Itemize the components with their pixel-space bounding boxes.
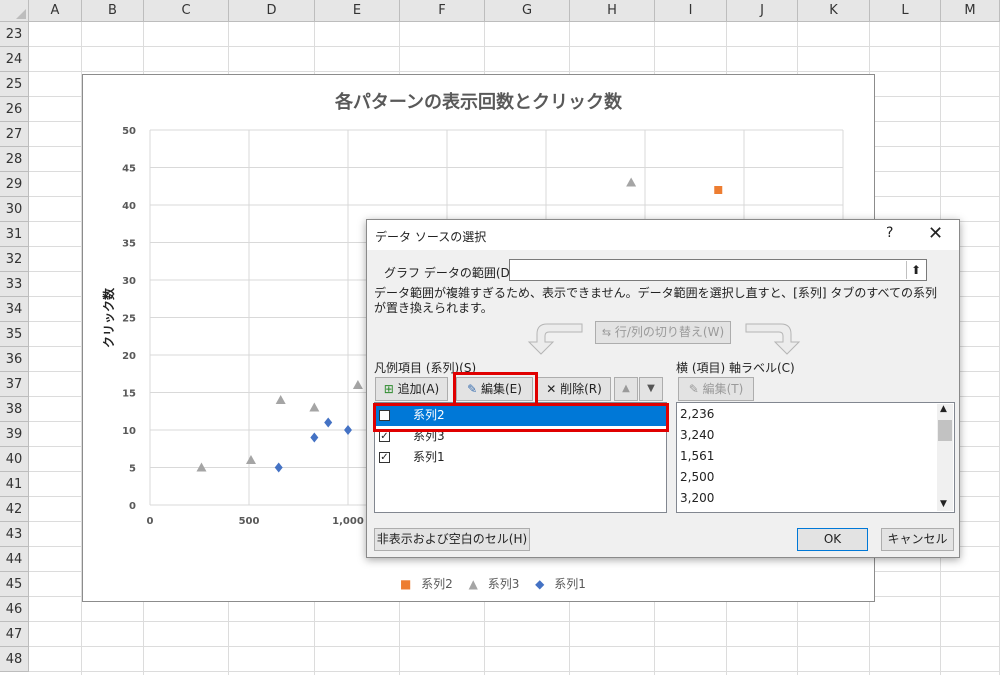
edit-axis-labels-button[interactable]: ✎ 編集(T) <box>678 377 754 401</box>
switch-left-arrow-icon <box>527 323 583 355</box>
point-系列1 <box>274 462 283 473</box>
edit-axis-labels-label: 編集(T) <box>702 382 744 396</box>
add-icon: ⊞ <box>383 382 394 396</box>
y-tick-label: 5 <box>129 464 136 475</box>
legend-series3-label: 系列3 <box>487 577 520 591</box>
axis-labels-listbox[interactable]: 2,236 3,240 1,561 2,500 3,200 ▲ ▼ <box>676 402 955 513</box>
series-1-label: 系列1 <box>413 450 445 464</box>
x-tick-label: 1,000 <box>332 516 364 527</box>
move-down-button[interactable]: ▼ <box>639 377 663 401</box>
switch-row-column-button[interactable]: ⇆ 行/列の切り替え(W) <box>595 321 731 344</box>
point-系列3 <box>245 455 256 464</box>
close-button[interactable]: ✕ <box>928 223 943 244</box>
dialog-title: データ ソースの選択 <box>375 230 487 244</box>
y-tick-label: 40 <box>122 201 136 212</box>
cancel-button[interactable]: キャンセル <box>881 528 954 551</box>
chart-data-range-input[interactable]: ⬆ <box>509 259 927 281</box>
switch-icon: ⇆ <box>601 326 612 339</box>
range-message: データ範囲が複雑すぎるため、表示できません。データ範囲を選択し直すと、[系列] … <box>374 286 938 315</box>
ok-button[interactable]: OK <box>797 528 868 551</box>
y-tick-label: 20 <box>122 351 136 362</box>
axis-labels-scrollbar[interactable]: ▲ ▼ <box>937 404 953 511</box>
point-系列1 <box>344 425 352 435</box>
delete-series-button[interactable]: ✕ 削除(R) <box>537 377 611 401</box>
point-系列2 <box>714 186 723 194</box>
hidden-empty-cells-button[interactable]: 非表示および空白のセル(H) <box>374 528 530 551</box>
y-tick-label: 45 <box>122 164 136 175</box>
delete-series-label: 削除(R) <box>560 382 602 396</box>
axis-label-item[interactable]: 1,561 <box>680 446 714 467</box>
move-up-button[interactable]: ▲ <box>614 377 638 401</box>
scroll-thumb[interactable] <box>938 420 952 441</box>
legend-series1-label: 系列1 <box>554 577 586 591</box>
dialog-titlebar[interactable]: データ ソースの選択 ? ✕ <box>367 220 959 250</box>
series-1-checkbox[interactable]: ✓ <box>379 452 390 463</box>
point-系列1 <box>310 432 319 443</box>
series-item-1[interactable]: ✓ 系列1 <box>375 447 666 468</box>
add-series-button[interactable]: ⊞ 追加(A) <box>375 377 448 401</box>
legend-series2: ■ 系列2 <box>400 577 453 591</box>
range-label: グラフ データの範囲(D): <box>384 266 519 280</box>
axis-label-item[interactable]: 3,240 <box>680 425 714 446</box>
y-tick-label: 25 <box>122 314 136 325</box>
axis-label-item[interactable]: 2,500 <box>680 467 714 488</box>
axis-label-item[interactable]: 2,236 <box>680 404 714 425</box>
x-tick-label: 0 <box>147 516 154 527</box>
y-tick-label: 15 <box>122 389 136 400</box>
series-3-checkbox[interactable]: ✓ <box>379 431 390 442</box>
y-tick-label: 50 <box>122 126 136 137</box>
y-tick-label: 0 <box>129 501 136 512</box>
legend-series2-label: 系列2 <box>421 577 453 591</box>
chart-legend: ■ 系列2 ▲ 系列3 ◆ 系列1 <box>400 575 598 592</box>
y-tick-label: 35 <box>122 239 136 250</box>
axis-labels-header: 横 (項目) 軸ラベル(C) <box>676 361 795 375</box>
point-系列3 <box>626 177 637 187</box>
highlight-edit-button <box>453 372 538 406</box>
y-axis-label: クリック数 <box>101 287 116 348</box>
triangle-up-icon: ▲ <box>622 383 630 394</box>
legend-series3: ▲ 系列3 <box>468 577 520 591</box>
switch-row-column-label: 行/列の切り替え(W) <box>614 325 725 339</box>
point-系列3 <box>352 380 363 389</box>
add-series-label: 追加(A) <box>397 382 440 396</box>
collapse-dialog-icon[interactable]: ⬆ <box>906 261 925 279</box>
scroll-up-icon[interactable]: ▲ <box>940 404 947 414</box>
select-data-source-dialog: データ ソースの選択 ? ✕ グラフ データの範囲(D): ⬆ データ範囲が複雑… <box>366 219 960 558</box>
legend-series1: ◆ 系列1 <box>535 577 586 591</box>
y-tick-label: 30 <box>122 276 136 287</box>
y-tick-label: 10 <box>122 426 136 437</box>
delete-icon: ✕ <box>546 382 557 396</box>
scroll-down-icon[interactable]: ▼ <box>940 499 947 509</box>
switch-right-arrow-icon <box>745 323 801 355</box>
highlight-selected-series <box>373 403 669 432</box>
axis-label-item[interactable]: 3,200 <box>680 488 714 509</box>
point-系列3 <box>309 402 320 412</box>
point-系列3 <box>275 395 286 404</box>
edit-axis-icon: ✎ <box>688 382 699 396</box>
point-系列1 <box>324 417 333 428</box>
triangle-down-icon: ▼ <box>647 383 655 394</box>
x-tick-label: 500 <box>239 516 260 527</box>
help-button[interactable]: ? <box>886 225 893 241</box>
